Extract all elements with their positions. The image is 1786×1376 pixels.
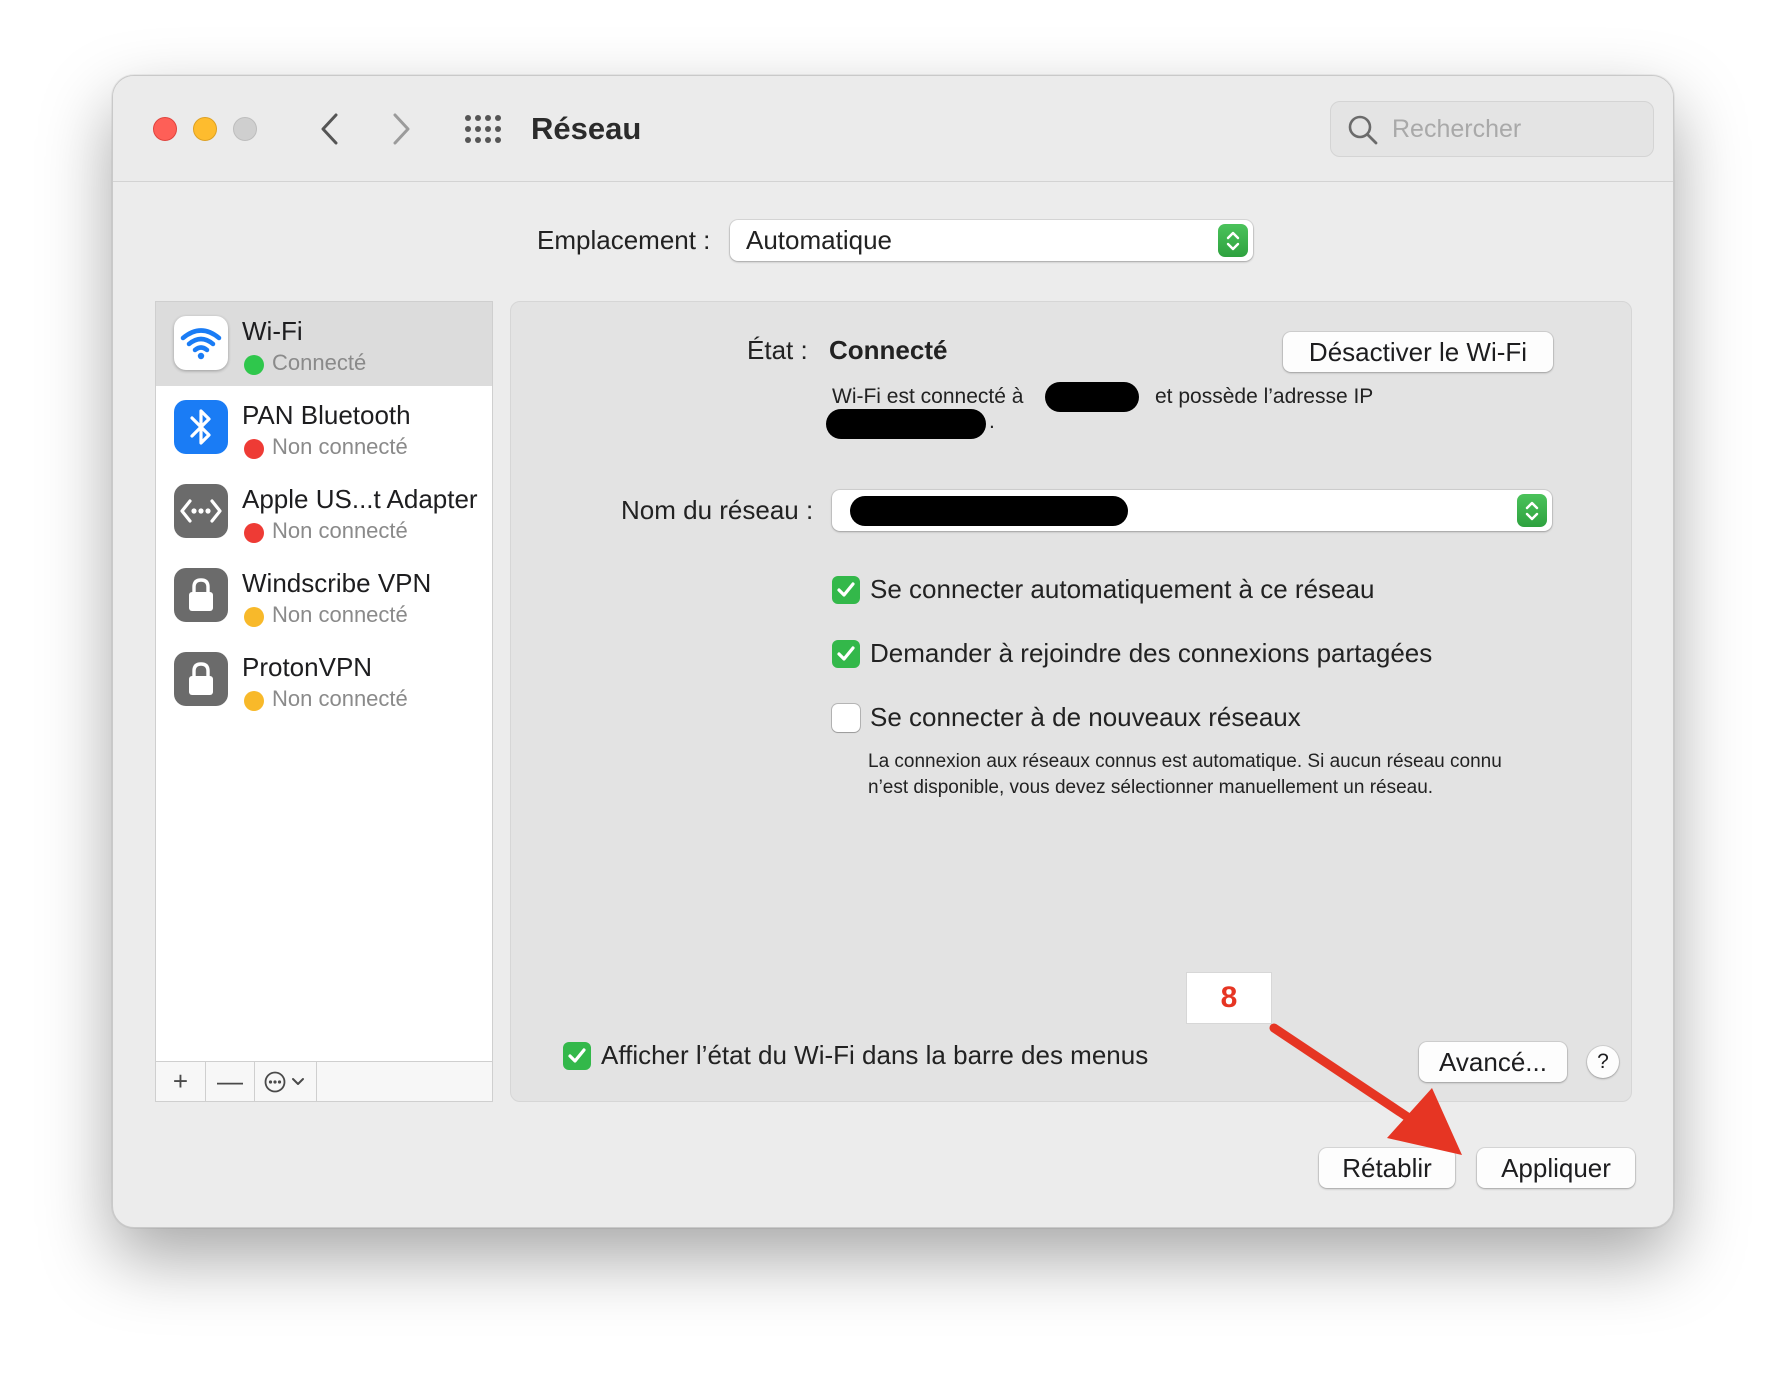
- connection-info-middle: et possède l’adresse IP: [1155, 385, 1374, 408]
- status-dot: [244, 355, 264, 375]
- lock-icon: [174, 568, 228, 622]
- updown-chevron-icon: [1226, 231, 1240, 250]
- service-name: Wi-Fi: [242, 316, 303, 346]
- window-title: Réseau: [531, 111, 642, 146]
- show-wifi-status-label: Afficher l’état du Wi-Fi dans la barre d…: [601, 1040, 1149, 1070]
- help-text: La connexion aux réseaux connus est auto…: [868, 751, 1502, 798]
- ask-new-networks-label: Se connecter à de nouveaux réseaux: [870, 702, 1301, 732]
- status-dot: [244, 691, 264, 711]
- connection-info-end: .: [989, 410, 995, 433]
- connection-info: Wi-Fi est connecté à et possède l’adress…: [832, 382, 1373, 412]
- service-status: Non connecté: [272, 602, 408, 627]
- connection-info-prefix: Wi-Fi est connecté à: [832, 385, 1024, 408]
- ethernet-icon: [174, 484, 228, 538]
- service-status: Non connecté: [272, 434, 408, 459]
- service-status: Non connecté: [272, 686, 408, 711]
- ask-hotspots-label: Demander à rejoindre des connexions part…: [870, 638, 1433, 668]
- step-number-badge: 8: [1187, 973, 1271, 1023]
- add-service-button[interactable]: +: [156, 1062, 206, 1101]
- bluetooth-icon: [174, 400, 228, 454]
- checkmark-icon: [837, 646, 855, 661]
- close-window-button[interactable]: [153, 117, 177, 141]
- location-value: Automatique: [746, 225, 892, 255]
- minimize-window-button[interactable]: [193, 117, 217, 141]
- network-name-label: Nom du réseau :: [621, 495, 814, 525]
- zoom-window-button[interactable]: [233, 117, 257, 141]
- service-name: Apple US...t Adapter: [242, 484, 478, 514]
- service-item-protonvpn[interactable]: ProtonVPN Non connecté: [156, 638, 492, 722]
- annotation-arrow-icon: [1269, 1023, 1462, 1155]
- action-menu-button[interactable]: [255, 1062, 317, 1101]
- status-dot: [244, 523, 264, 543]
- ask-hotspots-checkbox[interactable]: [832, 640, 860, 668]
- wifi-details-panel: État : Connecté Désactiver le Wi-Fi Wi-F…: [510, 301, 1632, 1102]
- redacted-ip-address: [826, 409, 986, 439]
- status-dot: [244, 439, 264, 459]
- service-status: Connecté: [272, 350, 367, 375]
- auto-join-label: Se connecter automatiquement à ce réseau: [870, 574, 1375, 604]
- search-field[interactable]: Rechercher: [1330, 101, 1654, 157]
- ask-new-networks-checkbox[interactable]: [832, 704, 860, 732]
- status-dot: [244, 607, 264, 627]
- wifi-icon: [174, 316, 228, 370]
- service-name: ProtonVPN: [242, 652, 373, 682]
- service-item-usb-adapter[interactable]: Apple US...t Adapter Non connecté: [156, 470, 492, 554]
- service-item-bluetooth[interactable]: PAN Bluetooth Non connecté: [156, 386, 492, 470]
- redacted-network-name: [1045, 382, 1139, 412]
- grid-icon: [465, 115, 501, 143]
- help-button[interactable]: ?: [1587, 1046, 1619, 1078]
- ellipsis-circle-icon: [264, 1071, 304, 1092]
- location-select[interactable]: Automatique: [730, 220, 1253, 261]
- chevron-left-icon: [321, 113, 338, 145]
- updown-chevron-icon: [1525, 501, 1539, 520]
- show-wifi-status-checkbox[interactable]: [563, 1042, 591, 1070]
- network-name-select[interactable]: [832, 490, 1552, 531]
- state-label: État :: [747, 335, 808, 365]
- search-icon: [1348, 115, 1378, 145]
- checkmark-icon: [568, 1048, 586, 1063]
- turn-off-wifi-button[interactable]: Désactiver le Wi-Fi: [1283, 332, 1553, 372]
- network-stepper[interactable]: [1517, 494, 1547, 527]
- title-bar: Réseau Rechercher: [113, 76, 1673, 182]
- service-list: Wi-Fi Connecté PAN Bluetooth Non connect…: [155, 301, 493, 1102]
- location-stepper[interactable]: [1218, 224, 1248, 257]
- chevron-right-icon: [393, 113, 410, 145]
- service-status: Non connecté: [272, 518, 408, 543]
- show-all-button[interactable]: [463, 113, 503, 145]
- back-button[interactable]: [309, 106, 349, 152]
- service-item-wifi[interactable]: Wi-Fi Connecté: [156, 302, 492, 386]
- checkmark-icon: [837, 582, 855, 597]
- service-list-toolbar: + —: [156, 1061, 492, 1101]
- apply-button[interactable]: Appliquer: [1477, 1148, 1635, 1188]
- remove-service-button[interactable]: —: [206, 1062, 255, 1101]
- forward-button[interactable]: [382, 106, 422, 152]
- auto-join-checkbox[interactable]: [832, 576, 860, 604]
- location-label: Emplacement :: [537, 225, 711, 255]
- service-name: PAN Bluetooth: [242, 400, 411, 430]
- search-placeholder: Rechercher: [1392, 115, 1522, 143]
- redacted-network-value: [850, 496, 1128, 526]
- lock-icon: [174, 652, 228, 706]
- state-value: Connecté: [829, 335, 948, 365]
- service-item-windscribe-vpn[interactable]: Windscribe VPN Non connecté: [156, 554, 492, 638]
- service-name: Windscribe VPN: [242, 568, 432, 598]
